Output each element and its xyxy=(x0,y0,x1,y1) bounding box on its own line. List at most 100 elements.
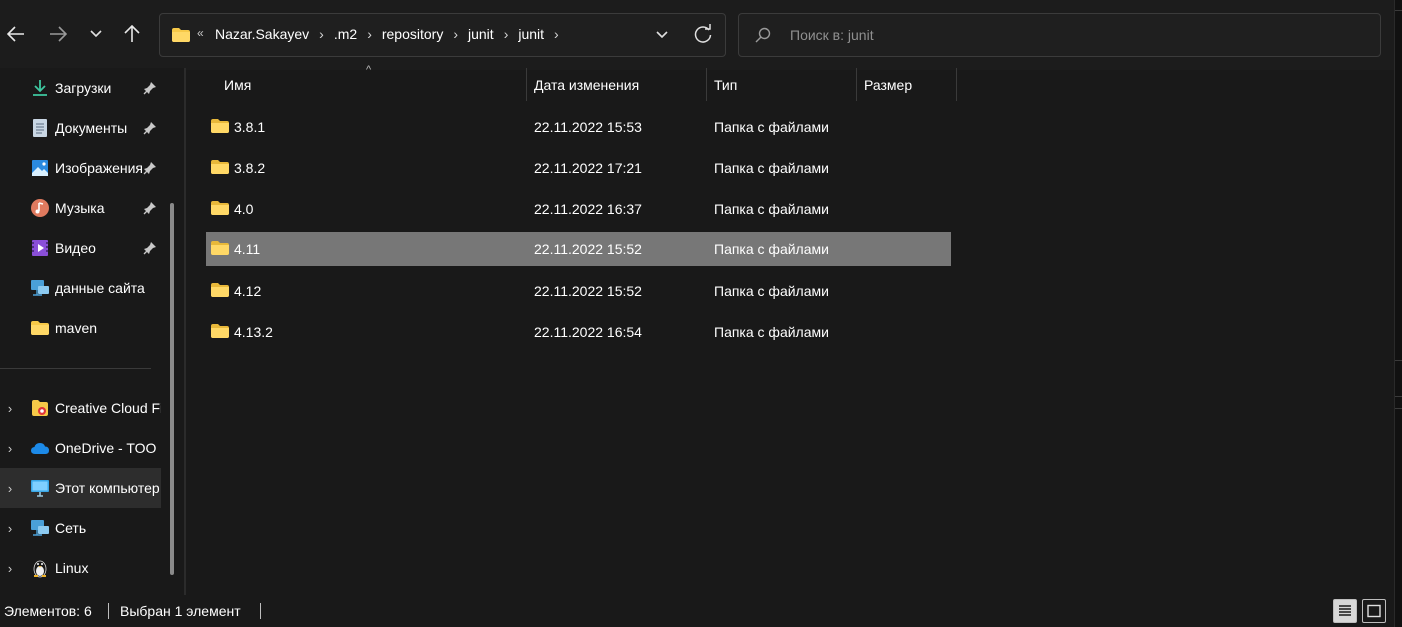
refresh-button[interactable] xyxy=(690,22,716,48)
file-row[interactable]: 3.8.2 22.11.2022 17:21 Папка с файлами xyxy=(206,151,951,185)
chevron-right-icon[interactable]: › xyxy=(319,26,324,42)
chevron-down-icon xyxy=(90,30,102,38)
column-header-size[interactable]: Размер xyxy=(864,68,912,101)
column-header-date[interactable]: Дата изменения xyxy=(534,68,639,101)
chevron-right-icon[interactable]: › xyxy=(4,481,16,496)
sidebar-item-label: Этот компьютер xyxy=(55,480,160,496)
folder-icon xyxy=(211,160,229,174)
file-type: Папка с файлами xyxy=(714,119,829,135)
sidebar-item-site-data[interactable]: данные сайта xyxy=(0,268,161,308)
sort-ascending-icon: ^ xyxy=(366,64,372,76)
column-divider[interactable] xyxy=(526,68,527,101)
onedrive-icon xyxy=(30,438,50,458)
address-history-button[interactable] xyxy=(652,24,672,46)
breadcrumb-item[interactable]: junit xyxy=(518,26,544,42)
search-box[interactable]: Поиск в: junit xyxy=(738,13,1381,57)
sidebar-item-maven[interactable]: maven xyxy=(0,308,161,348)
file-type: Папка с файлами xyxy=(714,241,829,257)
sidebar-item-linux[interactable]: › Linux xyxy=(0,548,161,588)
selection-count: Выбран 1 элемент xyxy=(120,603,241,619)
column-header-name[interactable]: Имя xyxy=(224,68,251,101)
sidebar-item-music[interactable]: Музыка xyxy=(0,188,161,228)
file-row[interactable]: 4.12 22.11.2022 15:52 Папка с файлами xyxy=(206,274,951,308)
documents-icon xyxy=(30,118,50,138)
file-date: 22.11.2022 15:52 xyxy=(534,241,642,257)
edge-mark xyxy=(1395,10,1402,11)
folder-icon xyxy=(30,318,50,338)
file-name: 4.11 xyxy=(234,241,261,257)
column-divider[interactable] xyxy=(956,68,957,101)
details-view-button[interactable] xyxy=(1333,599,1357,623)
file-row[interactable]: 3.8.1 22.11.2022 15:53 Папка с файлами xyxy=(206,110,951,144)
pin-icon[interactable] xyxy=(143,81,157,95)
folder-icon xyxy=(211,241,229,255)
sidebar-item-downloads[interactable]: Загрузки xyxy=(0,68,161,108)
chevron-right-icon[interactable]: › xyxy=(4,561,16,576)
breadcrumb-item[interactable]: .m2 xyxy=(334,26,357,42)
overflow-crumb[interactable]: « xyxy=(197,26,204,40)
arrow-up-icon xyxy=(124,25,140,42)
column-type-label: Тип xyxy=(714,76,738,93)
file-date: 22.11.2022 15:53 xyxy=(534,119,642,135)
file-row[interactable]: 4.13.2 22.11.2022 16:54 Папка с файлами xyxy=(206,315,951,349)
edge-mark xyxy=(1395,360,1402,361)
sidebar-item-video[interactable]: Видео xyxy=(0,228,161,268)
edge-mark xyxy=(1395,408,1402,409)
sidebar-item-onedrive[interactable]: › OneDrive - TOO xyxy=(0,428,161,468)
folder-icon xyxy=(211,283,229,297)
pin-icon[interactable] xyxy=(143,241,157,255)
address-bar[interactable]: « Nazar.Sakayev › .m2 › repository › jun… xyxy=(159,13,726,57)
video-icon xyxy=(30,238,50,258)
search-icon xyxy=(755,27,771,43)
file-type: Папка с файлами xyxy=(714,201,829,217)
navigation-pane: Загрузки Документы Изображения Музыка Ви… xyxy=(0,68,186,595)
file-date: 22.11.2022 15:52 xyxy=(534,283,642,299)
recent-locations-button[interactable] xyxy=(80,18,112,50)
chevron-right-icon[interactable]: › xyxy=(4,441,16,456)
sidebar-item-this-pc[interactable]: › Этот компьютер xyxy=(0,468,161,508)
column-header-type[interactable]: Тип xyxy=(714,68,737,101)
file-date: 22.11.2022 16:54 xyxy=(534,324,642,340)
pin-icon[interactable] xyxy=(143,201,157,215)
breadcrumb-item[interactable]: Nazar.Sakayev xyxy=(215,26,309,42)
sidebar-item-label: Creative Cloud Files xyxy=(55,400,161,416)
chevron-right-icon[interactable]: › xyxy=(4,521,16,536)
file-row-selected[interactable]: 4.11 22.11.2022 15:52 Папка с файлами xyxy=(206,232,951,266)
status-bar: Элементов: 6 Выбран 1 элемент xyxy=(0,595,1394,627)
breadcrumb-item[interactable]: junit xyxy=(468,26,494,42)
back-button[interactable] xyxy=(0,18,32,50)
sidebar-item-label: Linux xyxy=(55,560,89,576)
folder-icon xyxy=(211,201,229,215)
chevron-right-icon[interactable]: › xyxy=(504,26,509,42)
search-input[interactable]: Поиск в: junit xyxy=(790,27,874,43)
pin-icon[interactable] xyxy=(143,121,157,135)
file-row[interactable]: 4.0 22.11.2022 16:37 Папка с файлами xyxy=(206,192,951,226)
up-button[interactable] xyxy=(116,18,148,50)
chevron-right-icon[interactable]: › xyxy=(554,26,559,42)
chevron-right-icon[interactable]: › xyxy=(453,26,458,42)
file-type: Папка с файлами xyxy=(714,283,829,299)
file-name: 4.12 xyxy=(234,283,262,299)
forward-button[interactable] xyxy=(42,18,74,50)
file-name: 3.8.1 xyxy=(234,119,266,135)
tiles-view-button[interactable] xyxy=(1362,599,1386,623)
edge-mark xyxy=(1395,396,1402,397)
chevron-right-icon[interactable]: › xyxy=(367,26,372,42)
sidebar-item-label: OneDrive - TOO xyxy=(55,440,157,456)
computer-icon xyxy=(30,478,50,498)
sidebar-item-creative-cloud[interactable]: › Creative Cloud Files xyxy=(0,388,161,428)
arrow-right-icon xyxy=(50,26,67,42)
file-type: Папка с файлами xyxy=(714,160,829,176)
sidebar-item-documents[interactable]: Документы xyxy=(0,108,161,148)
column-divider[interactable] xyxy=(706,68,707,101)
file-name: 3.8.2 xyxy=(234,160,266,176)
chevron-right-icon[interactable]: › xyxy=(4,401,16,416)
sidebar-item-pictures[interactable]: Изображения xyxy=(0,148,161,188)
sidebar-divider xyxy=(0,368,151,369)
column-divider[interactable] xyxy=(856,68,857,101)
sidebar-item-network[interactable]: › Сеть xyxy=(0,508,161,548)
file-list: ^ Имя Дата изменения Тип Размер 3.8.1 22… xyxy=(186,64,1394,595)
breadcrumb-item[interactable]: repository xyxy=(382,26,443,42)
pin-icon[interactable] xyxy=(143,161,157,175)
sidebar-scrollbar[interactable] xyxy=(170,203,174,575)
